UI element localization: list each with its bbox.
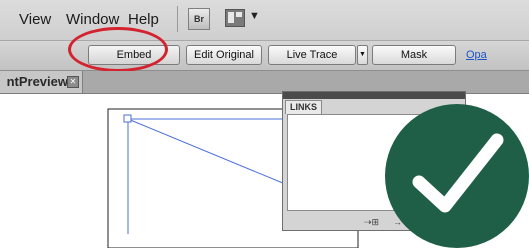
close-icon[interactable]: ✕	[67, 76, 79, 88]
links-tab[interactable]: LINKS	[285, 100, 322, 114]
mask-button[interactable]: Mask	[372, 45, 456, 65]
menu-help[interactable]: Help	[128, 11, 159, 28]
bridge-icon[interactable]: Br	[188, 8, 210, 30]
menu-window[interactable]: Window	[66, 11, 119, 28]
embed-highlight-ellipse	[68, 27, 168, 72]
menu-view[interactable]: View	[19, 11, 51, 28]
relink-icon[interactable]: ⇢⊞	[364, 217, 379, 228]
live-trace-options-dropdown[interactable]: ▼	[357, 45, 368, 65]
document-tab[interactable]: ntPreview ✕	[0, 71, 83, 93]
chevron-down-icon[interactable]: ▼	[249, 10, 260, 22]
edit-original-button[interactable]: Edit Original	[186, 45, 262, 65]
live-trace-button[interactable]: Live Trace	[268, 45, 356, 65]
opacity-link[interactable]: Opa	[466, 49, 487, 61]
links-panel-titlebar[interactable]	[283, 92, 465, 99]
document-tab-title: ntPreview	[6, 74, 68, 89]
checkmark-icon	[412, 133, 504, 213]
checkmark-badge	[385, 104, 529, 248]
workspace-switcher-icon[interactable]	[225, 9, 245, 27]
selection-handle	[123, 114, 132, 123]
menu-separator	[177, 6, 178, 32]
